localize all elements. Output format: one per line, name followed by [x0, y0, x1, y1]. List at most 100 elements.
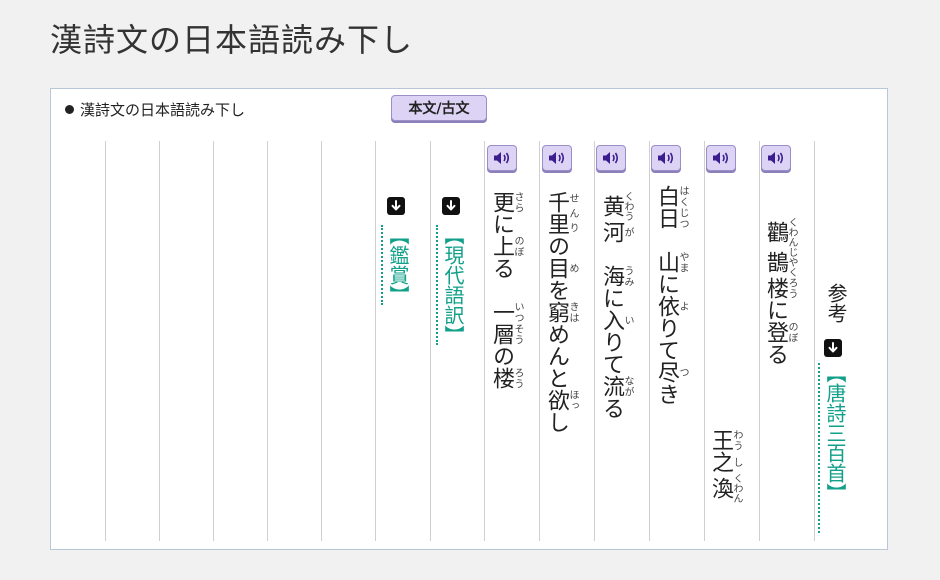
- play-audio-button[interactable]: [706, 145, 736, 171]
- poem-title: 鸛くわん鵲じやく楼ろうに登のぼる: [761, 217, 797, 365]
- poem-line-3: 千里せんりの目めを窮きはめんと欲ほっし: [542, 191, 578, 433]
- poem-text: 目: [544, 257, 569, 279]
- bullet-icon: [65, 105, 74, 114]
- section-header-label: 漢詩文の日本語読み下し: [80, 101, 246, 119]
- furigana: うみ: [622, 265, 633, 287]
- column-divider: [105, 141, 106, 541]
- arrow-down-icon: [446, 200, 456, 211]
- furigana: じやく: [786, 247, 797, 277]
- play-audio-button[interactable]: [651, 145, 681, 171]
- furigana: くわん: [731, 473, 742, 503]
- speaker-icon: [494, 152, 510, 164]
- poem-text: 依: [654, 295, 679, 317]
- furigana: やま: [677, 251, 688, 273]
- poem-text: 上: [489, 235, 514, 257]
- reference-label: 参考: [824, 283, 848, 323]
- text-toggle-button[interactable]: 本文/古文: [391, 95, 487, 121]
- poem-text: 登: [763, 321, 788, 343]
- poem-text: 入: [599, 309, 624, 331]
- poem-word: 鵲じやく: [763, 247, 797, 277]
- poem-word: 入い: [599, 309, 633, 331]
- appreciation-jump-button[interactable]: [387, 197, 405, 215]
- poem-panel: 漢詩文の日本語読み下し 本文/古文 【鑑賞】 【現代語訳】 更さらに上のぼる 一…: [50, 88, 888, 550]
- reference-link[interactable]: 【唐詩三百首】: [818, 363, 847, 533]
- poem-word: 上のぼ: [489, 235, 523, 257]
- arrow-down-icon: [828, 342, 838, 353]
- column-divider: [759, 141, 760, 541]
- column-divider: [375, 141, 376, 541]
- poem-word: 窮きは: [544, 301, 578, 323]
- speaker-icon: [713, 152, 729, 164]
- column-divider: [159, 141, 160, 541]
- poem-word: 渙くわん: [708, 473, 742, 503]
- poem-word: 欲ほっ: [544, 389, 578, 411]
- poem-text: 山: [654, 251, 679, 273]
- poem-text: 流: [599, 375, 624, 397]
- furigana: よ: [677, 295, 688, 317]
- poem-text: 千里: [544, 191, 569, 235]
- column-divider: [704, 141, 705, 541]
- poem-word: 河が: [599, 221, 633, 243]
- poem-text: 鵲: [763, 247, 788, 277]
- poem-word: 流なが: [599, 375, 633, 397]
- poem-word: 楼ろう: [763, 277, 797, 299]
- poem-text: の: [544, 235, 569, 257]
- furigana: し: [731, 451, 742, 473]
- poem-text: 鸛: [763, 217, 788, 247]
- column-divider: [649, 141, 650, 541]
- play-audio-button[interactable]: [596, 145, 626, 171]
- poem-word: 海うみ: [599, 265, 633, 287]
- appreciation-link[interactable]: 【鑑賞】: [381, 225, 410, 305]
- speaker-icon: [549, 152, 565, 164]
- furigana: くわん: [786, 217, 797, 247]
- furigana: つ: [677, 361, 688, 383]
- poem-word: 一層いつそう: [489, 301, 523, 345]
- furigana: はくじつ: [677, 185, 688, 229]
- poem-text: [599, 243, 624, 265]
- poem-line-1: 白日はくじつ 山やまに依よりて尽つき: [652, 185, 688, 405]
- poem-text: る: [489, 257, 514, 279]
- poem-text: 欲: [544, 389, 569, 411]
- poem-word: 鸛くわん: [763, 217, 797, 247]
- furigana: せんり: [567, 191, 578, 235]
- translation-link[interactable]: 【現代語訳】: [436, 225, 465, 345]
- translation-jump-button[interactable]: [442, 197, 460, 215]
- play-audio-button[interactable]: [761, 145, 791, 171]
- poem-line-2: 黄くわう河が 海うみに入いりて流ながる: [597, 191, 633, 419]
- poem-text: 河: [599, 221, 624, 243]
- poem-word: 之し: [708, 451, 742, 473]
- poem-word: 登のぼ: [763, 321, 797, 343]
- poem-text: 之: [708, 451, 733, 473]
- poem-text: めんと: [544, 323, 569, 389]
- furigana: くわう: [622, 191, 633, 221]
- poem-text: き: [654, 383, 679, 405]
- poem-text: に: [654, 273, 679, 295]
- poem-text: に: [763, 299, 788, 321]
- poem-text: 黄: [599, 191, 624, 221]
- poem-word: 王わう: [708, 429, 742, 451]
- furigana: い: [622, 309, 633, 331]
- poem-word: 白日はくじつ: [654, 185, 688, 229]
- poem-text: 窮: [544, 301, 569, 323]
- poem-text: 尽: [654, 361, 679, 383]
- play-audio-button[interactable]: [542, 145, 572, 171]
- speaker-icon: [768, 152, 784, 164]
- poem-text: 王: [708, 429, 733, 451]
- furigana: ほっ: [567, 389, 578, 411]
- poem-text: る: [763, 343, 788, 365]
- poem-word: 黄くわう: [599, 191, 633, 221]
- furigana: のぼ: [512, 235, 523, 257]
- play-audio-button[interactable]: [487, 145, 517, 171]
- poem-text: 楼: [489, 367, 514, 389]
- poem-word: 尽つ: [654, 361, 688, 383]
- reference-jump-button[interactable]: [824, 339, 842, 357]
- poem-text: の: [489, 345, 514, 367]
- furigana: いつそう: [512, 301, 523, 345]
- poem-text: を: [544, 279, 569, 301]
- furigana: が: [622, 221, 633, 243]
- furigana: め: [567, 257, 578, 279]
- poem-text: りて: [599, 331, 624, 375]
- poem-text: 白日: [654, 185, 679, 229]
- poem-text: に: [489, 213, 514, 235]
- speaker-icon: [603, 152, 619, 164]
